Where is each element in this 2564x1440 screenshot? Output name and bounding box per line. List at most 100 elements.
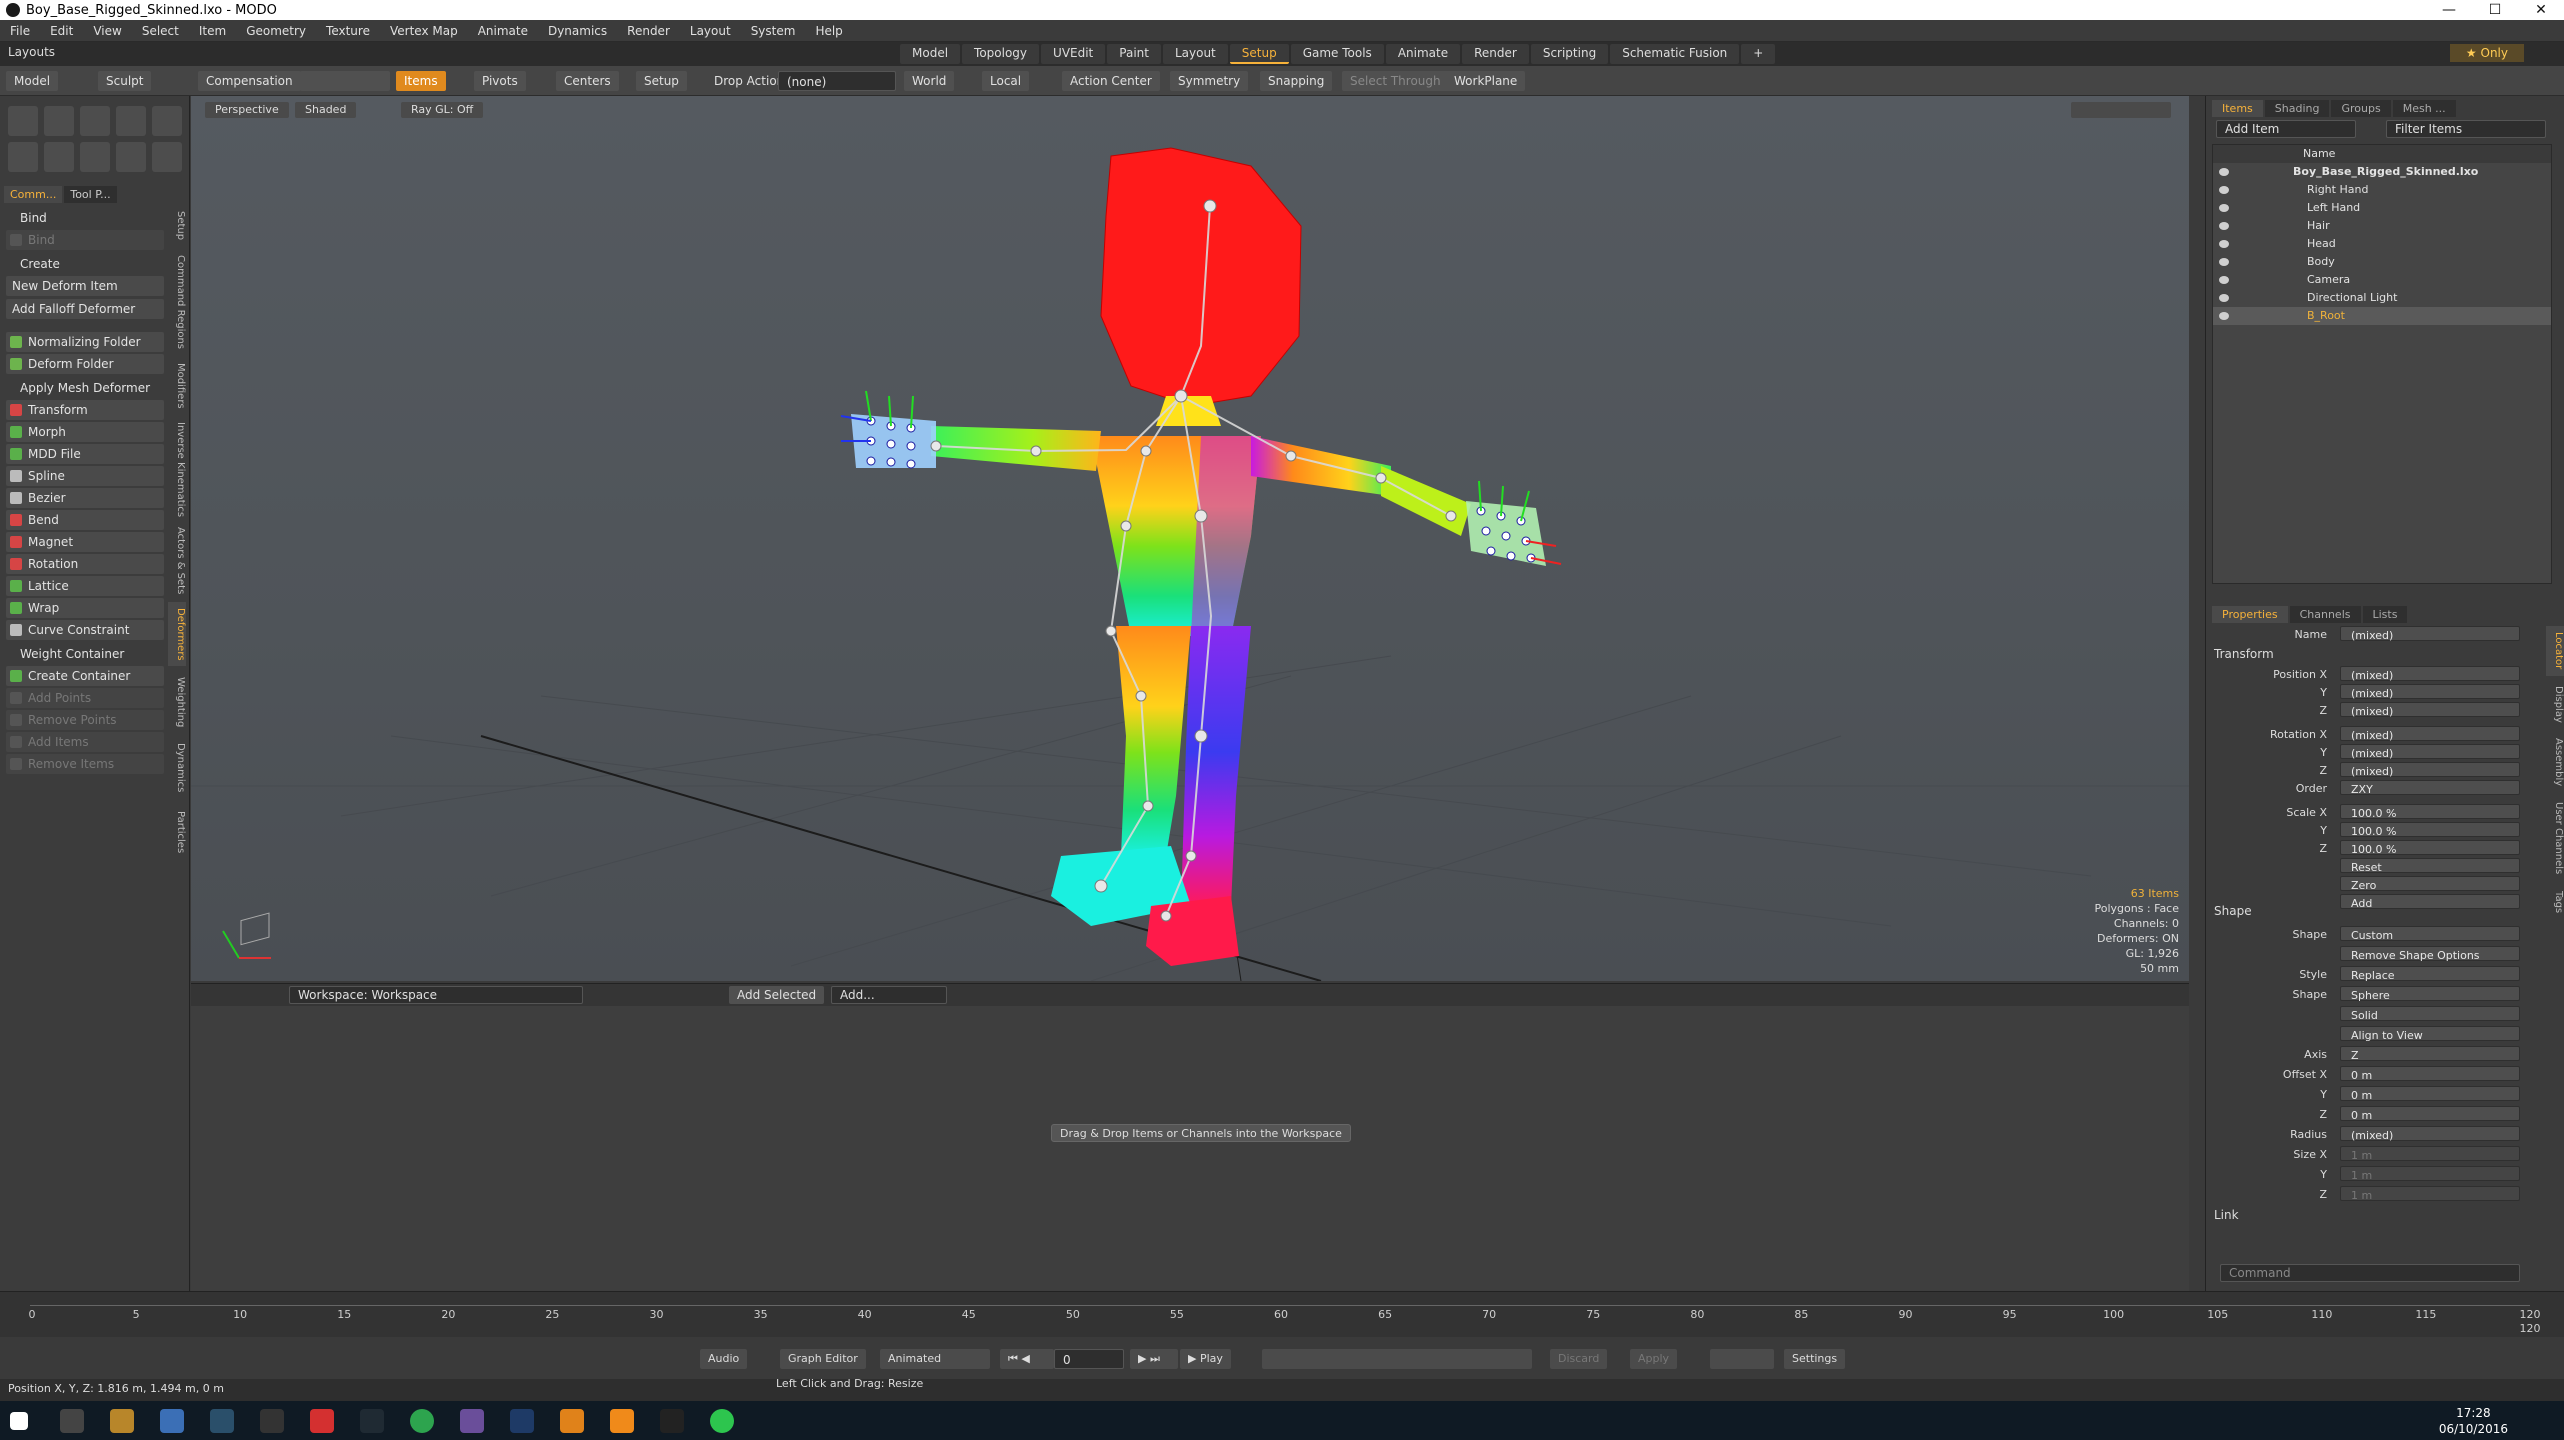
deformer-wrap[interactable]: Wrap <box>6 598 164 618</box>
taskbar-app-icon[interactable] <box>210 1409 234 1433</box>
vtab-deformers[interactable]: Deformers <box>168 602 186 666</box>
vtab-modifiers[interactable]: Modifiers <box>168 358 186 414</box>
tab-mesh[interactable]: Mesh ... <box>2392 100 2456 117</box>
deformer-bend[interactable]: Bend <box>6 510 164 530</box>
menu-select[interactable]: Select <box>132 24 189 38</box>
property-field[interactable]: Align to View <box>2340 1026 2520 1042</box>
settings-button[interactable]: Settings <box>1784 1349 1846 1369</box>
new-deform-item-select[interactable]: New Deform Item <box>6 276 164 296</box>
tab-properties[interactable]: Properties <box>2212 606 2288 623</box>
vtab-weighting[interactable]: Weighting <box>168 672 186 732</box>
tree-row[interactable]: Right Hand <box>2213 181 2551 199</box>
property-field[interactable]: (mixed) <box>2340 762 2520 778</box>
menu-edit[interactable]: Edit <box>40 24 83 38</box>
discard-button[interactable]: Discard <box>1550 1349 1608 1369</box>
tab-topology[interactable]: Topology <box>962 44 1040 64</box>
visibility-eye-icon[interactable] <box>2219 186 2229 194</box>
property-field[interactable]: 100.0 % <box>2340 822 2520 838</box>
tree-row[interactable]: Directional Light <box>2213 289 2551 307</box>
selection-modes[interactable] <box>300 71 390 91</box>
menu-animate[interactable]: Animate <box>468 24 538 38</box>
menu-render[interactable]: Render <box>617 24 680 38</box>
add-select[interactable]: Add <box>2340 894 2520 910</box>
tab-shading[interactable]: Shading <box>2264 100 2330 117</box>
property-field[interactable]: 0 m <box>2340 1066 2520 1082</box>
vtab-command-regions[interactable]: Command Regions <box>168 252 186 352</box>
model-mode-button[interactable]: Model <box>6 71 59 91</box>
taskbar-app-icon[interactable] <box>660 1409 684 1433</box>
select-through-button[interactable]: Select Through <box>1342 71 1449 91</box>
timeline[interactable]: 0 5 10 15 20 25 30 35 40 45 50 55 60 65 70 75 80 85 90 95 10… <box>0 1291 2564 1337</box>
deformer-lattice[interactable]: Lattice <box>6 576 164 596</box>
tree-row[interactable]: Left Hand <box>2213 199 2551 217</box>
world-button[interactable]: World <box>904 71 955 91</box>
chrome-icon[interactable] <box>410 1409 434 1433</box>
visibility-eye-icon[interactable] <box>2219 240 2229 248</box>
tree-row[interactable]: B_Root <box>2213 307 2551 325</box>
bind-button[interactable]: Bind <box>6 230 164 250</box>
tree-row[interactable]: Head <box>2213 235 2551 253</box>
visibility-eye-icon[interactable] <box>2219 222 2229 230</box>
setup-mode-button[interactable]: Setup <box>636 71 687 91</box>
start-icon[interactable] <box>10 1412 28 1430</box>
property-field[interactable]: (mixed) <box>2340 744 2520 760</box>
visibility-eye-icon[interactable] <box>2219 276 2229 284</box>
graph-editor-button[interactable]: Graph Editor <box>780 1349 866 1369</box>
property-field[interactable]: Sphere <box>2340 986 2520 1002</box>
tab-uvedit[interactable]: UVEdit <box>1041 44 1106 64</box>
tab-groups[interactable]: Groups <box>2331 100 2391 117</box>
tree-row[interactable]: Hair <box>2213 217 2551 235</box>
vtab-inverse-kinematics[interactable]: Inverse Kinematics <box>168 420 186 520</box>
remove-items-button[interactable]: Remove Items <box>6 754 164 774</box>
tree-row[interactable]: Camera <box>2213 271 2551 289</box>
3d-viewport[interactable]: Perspective Shaded Ray GL: Off 63 Items … <box>191 96 2189 981</box>
workplane-button[interactable]: WorkPlane <box>1446 71 1526 91</box>
deformer-mdd-file[interactable]: MDD File <box>6 444 164 464</box>
ik-tool-icon[interactable] <box>8 142 38 172</box>
maximize-icon[interactable]: ☐ <box>2472 0 2518 20</box>
vlc-icon[interactable] <box>610 1409 634 1433</box>
frame-field[interactable]: 0 <box>1054 1349 1124 1369</box>
animated-select[interactable]: Animated <box>880 1349 990 1369</box>
menu-texture[interactable]: Texture <box>316 24 380 38</box>
transport-back-buttons[interactable]: ⏮ ◀ <box>1000 1349 1054 1369</box>
tab-channels[interactable]: Channels <box>2289 606 2361 623</box>
vtab-display[interactable]: Display <box>2546 682 2564 726</box>
select-tool-icon[interactable] <box>80 106 110 136</box>
normalizing-folder-button[interactable]: Normalizing Folder <box>6 332 164 352</box>
action-center-button[interactable]: Action Center <box>1062 71 1160 91</box>
pivots-mode-button[interactable]: Pivots <box>474 71 526 91</box>
deformer-curve-constraint[interactable]: Curve Constraint <box>6 620 164 640</box>
deformer-morph[interactable]: Morph <box>6 422 164 442</box>
local-button[interactable]: Local <box>982 71 1030 91</box>
tab-scripting[interactable]: Scripting <box>1530 44 1609 64</box>
epic-games-icon[interactable] <box>260 1409 284 1433</box>
clock[interactable]: 17:28 06/10/2016 <box>2439 1405 2508 1437</box>
property-field[interactable]: 100.0 % <box>2340 804 2520 820</box>
visibility-eye-icon[interactable] <box>2219 294 2229 302</box>
tab-schematic-fusion[interactable]: Schematic Fusion <box>1610 44 1740 64</box>
vtab-user-channels[interactable]: User Channels <box>2546 798 2564 878</box>
vtab-dynamics[interactable]: Dynamics <box>168 738 186 798</box>
tab-model[interactable]: Model <box>900 44 961 64</box>
property-field[interactable]: 100.0 % <box>2340 840 2520 856</box>
items-mode-button[interactable]: Items <box>396 71 446 91</box>
property-field[interactable]: 0 m <box>2340 1086 2520 1102</box>
vtab-actors-sets[interactable]: Actors & Sets <box>168 526 186 596</box>
property-field[interactable]: (mixed) <box>2340 726 2520 742</box>
taskbar-app-icon[interactable] <box>110 1409 134 1433</box>
play-options[interactable] <box>1710 1349 1774 1369</box>
apply-button[interactable]: Apply <box>1630 1349 1678 1369</box>
add-item-select[interactable]: Add Item <box>2216 120 2356 138</box>
deformer-transform[interactable]: Transform <box>6 400 164 420</box>
vtab-tags[interactable]: Tags <box>2546 884 2564 920</box>
photoshop-icon[interactable] <box>510 1409 534 1433</box>
tab-paint[interactable]: Paint <box>1107 44 1161 64</box>
menu-view[interactable]: View <box>83 24 131 38</box>
menu-file[interactable]: File <box>0 24 40 38</box>
move-tool-icon[interactable] <box>8 106 38 136</box>
property-field[interactable]: 1 m <box>2340 1166 2520 1182</box>
add-points-button[interactable]: Add Points <box>6 688 164 708</box>
tab-render[interactable]: Render <box>1462 44 1529 64</box>
property-field[interactable]: (mixed) <box>2340 666 2520 682</box>
